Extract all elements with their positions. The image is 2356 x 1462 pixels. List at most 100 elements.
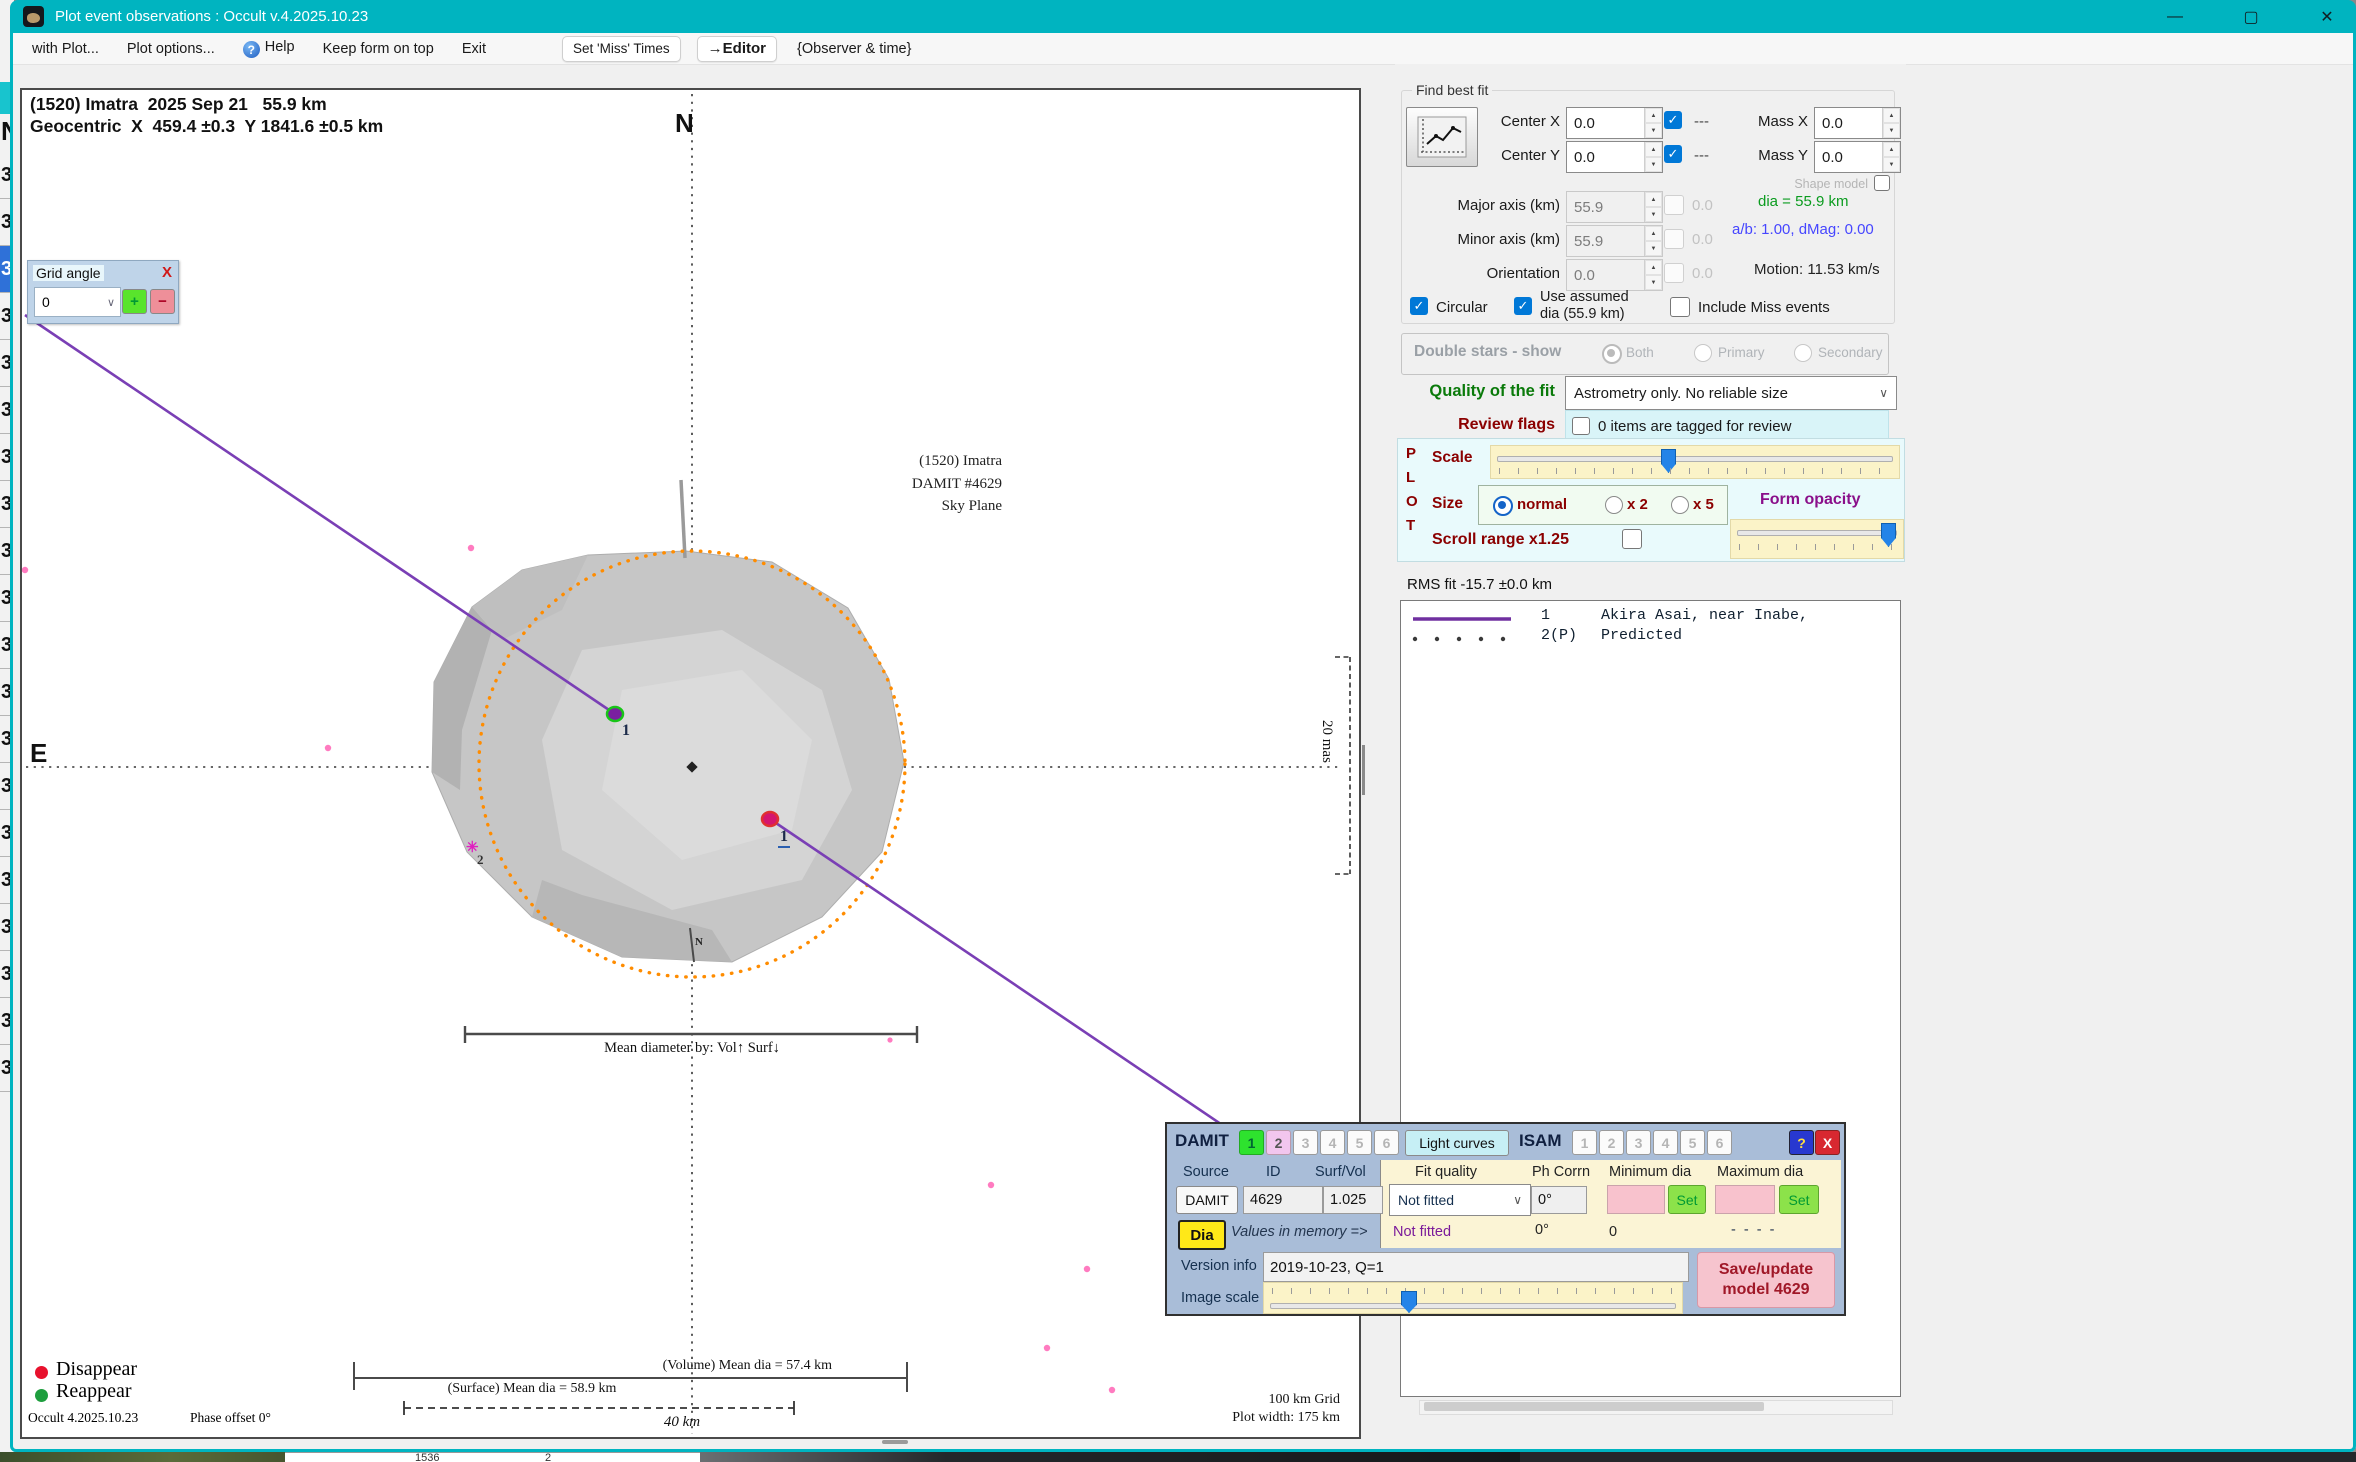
horizontal-resize-grip[interactable] bbox=[882, 1440, 908, 1444]
spin-down-icon[interactable]: ▼ bbox=[1645, 123, 1662, 138]
mass-y-input[interactable]: 0.0 ▲▼ bbox=[1814, 141, 1901, 173]
title-bar[interactable]: Plot event observations : Occult v.4.202… bbox=[10, 0, 2356, 33]
image-scale-thumb[interactable] bbox=[1401, 1291, 1417, 1313]
spin-up-icon[interactable]: ▲ bbox=[1645, 108, 1662, 123]
damit-tab-1[interactable]: 1 bbox=[1239, 1130, 1264, 1155]
double-both-radio[interactable] bbox=[1602, 344, 1622, 364]
set-miss-times-button[interactable]: Set 'Miss' Times bbox=[562, 36, 681, 62]
save-line1: Save/update bbox=[1698, 1261, 1834, 1279]
isam-tab-6[interactable]: 6 bbox=[1707, 1130, 1732, 1155]
damit-tab-5[interactable]: 5 bbox=[1347, 1130, 1372, 1155]
min-dia-field[interactable] bbox=[1607, 1185, 1665, 1214]
chord2-swatch bbox=[1413, 637, 1505, 641]
survol-field[interactable]: 1.025 bbox=[1323, 1186, 1383, 1214]
double-secondary-radio[interactable] bbox=[1794, 344, 1812, 362]
model-caption: (1520) Imatra DAMIT #4629 Sky Plane bbox=[782, 450, 1002, 518]
save-update-button[interactable]: Save/update model 4629 bbox=[1697, 1252, 1835, 1308]
grid-angle-plus-button[interactable]: + bbox=[122, 289, 147, 314]
grid-angle-box[interactable]: Grid angle X 0 ∨ + − bbox=[27, 260, 179, 324]
menu-with-plot[interactable]: with Plot... bbox=[18, 41, 113, 57]
review-flags-checkbox[interactable] bbox=[1572, 417, 1590, 435]
grid-angle-select[interactable]: 0 ∨ bbox=[34, 287, 121, 317]
spin-up-icon[interactable]: ▲ bbox=[1645, 142, 1662, 157]
center-x-input[interactable]: 0.0 ▲▼ bbox=[1566, 107, 1663, 139]
background-table-fragment: 1536 2 bbox=[285, 1452, 700, 1462]
shape-model-checkbox[interactable] bbox=[1874, 175, 1890, 191]
observer-time-label[interactable]: {Observer & time} bbox=[783, 41, 925, 57]
ph-corr-field[interactable]: 0° bbox=[1531, 1186, 1587, 1214]
isam-tab-1[interactable]: 1 bbox=[1572, 1130, 1597, 1155]
fit-quality-select[interactable]: Not fitted ∨ bbox=[1389, 1184, 1531, 1216]
menu-plot-options[interactable]: Plot options... bbox=[113, 41, 229, 57]
include-miss-checkbox[interactable] bbox=[1670, 297, 1690, 317]
maximize-button[interactable]: ▢ bbox=[2236, 7, 2266, 27]
quality-select[interactable]: Astrometry only. No reliable size ∨ bbox=[1565, 376, 1897, 410]
max-dia-set-button[interactable]: Set bbox=[1779, 1185, 1819, 1214]
scrollbar-thumb[interactable] bbox=[1424, 1402, 1764, 1411]
image-scale-slider[interactable] bbox=[1263, 1282, 1683, 1314]
center-y-spinner[interactable]: ▲▼ bbox=[1644, 142, 1662, 172]
size-x5-radio[interactable] bbox=[1671, 496, 1689, 514]
form-opacity-slider[interactable] bbox=[1730, 519, 1904, 559]
dia-readout: dia = 55.9 km bbox=[1758, 193, 1848, 210]
major-axis-checkbox[interactable] bbox=[1664, 195, 1684, 215]
version-info-field[interactable]: 2019-10-23, Q=1 bbox=[1263, 1252, 1689, 1282]
minimize-button[interactable]: — bbox=[2160, 8, 2190, 26]
isam-tab-4[interactable]: 4 bbox=[1653, 1130, 1678, 1155]
scale-slider[interactable] bbox=[1490, 445, 1900, 479]
damit-tab-3[interactable]: 3 bbox=[1293, 1130, 1318, 1155]
spin-down-icon: ▼ bbox=[1645, 275, 1662, 290]
damit-close-button[interactable]: X bbox=[1815, 1130, 1840, 1155]
spin-up-icon[interactable]: ▲ bbox=[1883, 108, 1900, 123]
isam-tab-2[interactable]: 2 bbox=[1599, 1130, 1624, 1155]
size-normal-radio[interactable] bbox=[1493, 496, 1513, 516]
size-x5-label: x 5 bbox=[1693, 496, 1714, 513]
light-curves-button[interactable]: Light curves bbox=[1405, 1130, 1509, 1156]
isam-tab-3[interactable]: 3 bbox=[1626, 1130, 1651, 1155]
center-x-checkbox[interactable]: ✓ bbox=[1664, 111, 1682, 129]
isam-tab-5[interactable]: 5 bbox=[1680, 1130, 1705, 1155]
orientation-checkbox[interactable] bbox=[1664, 263, 1684, 283]
spin-down-icon[interactable]: ▼ bbox=[1883, 157, 1900, 172]
mass-x-spinner[interactable]: ▲▼ bbox=[1882, 108, 1900, 138]
max-dia-field[interactable] bbox=[1715, 1185, 1775, 1214]
dia-button[interactable]: Dia bbox=[1178, 1220, 1226, 1250]
source-button[interactable]: DAMIT bbox=[1176, 1186, 1238, 1214]
observer-row-1[interactable]: 1Akira Asai, near Inabe, bbox=[1541, 607, 1808, 624]
center-y-value: 0.0 bbox=[1574, 149, 1595, 166]
menu-help[interactable]: ?Help bbox=[229, 39, 309, 59]
center-x-spinner[interactable]: ▲▼ bbox=[1644, 108, 1662, 138]
editor-button[interactable]: →Editor bbox=[697, 36, 777, 62]
grid-angle-minus-button[interactable]: − bbox=[150, 289, 175, 314]
damit-tab-2[interactable]: 2 bbox=[1266, 1130, 1291, 1155]
min-dia-set-button[interactable]: Set bbox=[1668, 1185, 1706, 1214]
size-x2-radio[interactable] bbox=[1605, 496, 1623, 514]
mass-y-spinner[interactable]: ▲▼ bbox=[1882, 142, 1900, 172]
mass-x-input[interactable]: 0.0 ▲▼ bbox=[1814, 107, 1901, 139]
menu-exit[interactable]: Exit bbox=[448, 41, 500, 57]
menu-keep-on-top[interactable]: Keep form on top bbox=[309, 41, 448, 57]
close-button[interactable]: ✕ bbox=[2312, 7, 2342, 27]
spin-down-icon[interactable]: ▼ bbox=[1883, 123, 1900, 138]
use-assumed-checkbox[interactable]: ✓ bbox=[1514, 297, 1532, 315]
spin-down-icon[interactable]: ▼ bbox=[1645, 157, 1662, 172]
disappear-marker-label: 1 bbox=[778, 828, 790, 848]
scale-bar-40km bbox=[404, 1401, 794, 1415]
spin-up-icon[interactable]: ▲ bbox=[1883, 142, 1900, 157]
north-axis-label: N bbox=[675, 108, 694, 139]
minor-axis-checkbox[interactable] bbox=[1664, 229, 1684, 249]
center-y-checkbox[interactable]: ✓ bbox=[1664, 145, 1682, 163]
damit-tab-4[interactable]: 4 bbox=[1320, 1130, 1345, 1155]
observer-list-scrollbar[interactable] bbox=[1419, 1400, 1893, 1415]
grid-angle-close-button[interactable]: X bbox=[162, 264, 172, 281]
scroll-range-checkbox[interactable] bbox=[1622, 529, 1642, 549]
vertical-scroll-thumb[interactable] bbox=[1362, 745, 1365, 795]
circular-checkbox[interactable]: ✓ bbox=[1410, 297, 1428, 315]
center-y-input[interactable]: 0.0 ▲▼ bbox=[1566, 141, 1663, 173]
id-field[interactable]: 4629 bbox=[1243, 1186, 1323, 1214]
damit-help-button[interactable]: ? bbox=[1789, 1130, 1814, 1155]
plot-area[interactable]: (1520) Imatra 2025 Sep 21 55.9 km Geocen… bbox=[20, 88, 1361, 1439]
double-primary-radio[interactable] bbox=[1694, 344, 1712, 362]
damit-tab-6[interactable]: 6 bbox=[1374, 1130, 1399, 1155]
observer-row-2[interactable]: 2(P)Predicted bbox=[1541, 627, 1682, 644]
